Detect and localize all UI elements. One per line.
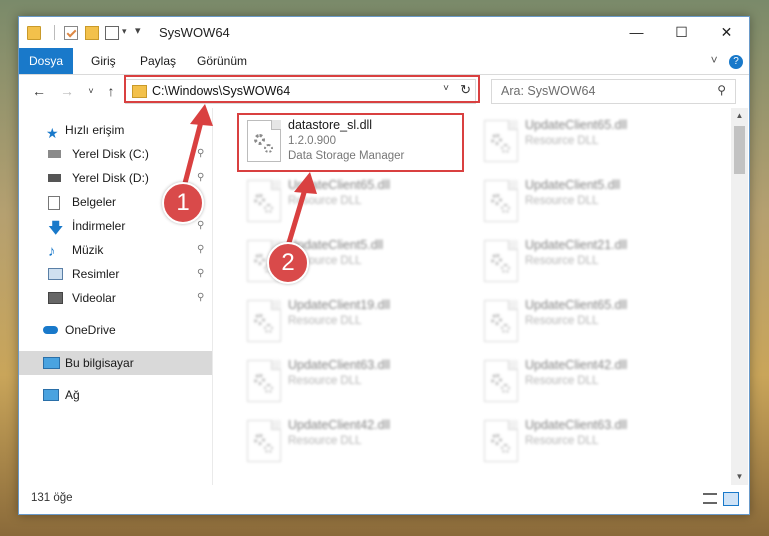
arrow-2 bbox=[285, 185, 309, 247]
step-1-badge: 1 bbox=[162, 182, 204, 224]
arrow-1 bbox=[181, 117, 205, 188]
arrow-1-head bbox=[190, 104, 213, 126]
arrow-2-head bbox=[294, 172, 317, 194]
annotation-arrows bbox=[181, 104, 317, 247]
step-2-badge: 2 bbox=[267, 242, 309, 284]
